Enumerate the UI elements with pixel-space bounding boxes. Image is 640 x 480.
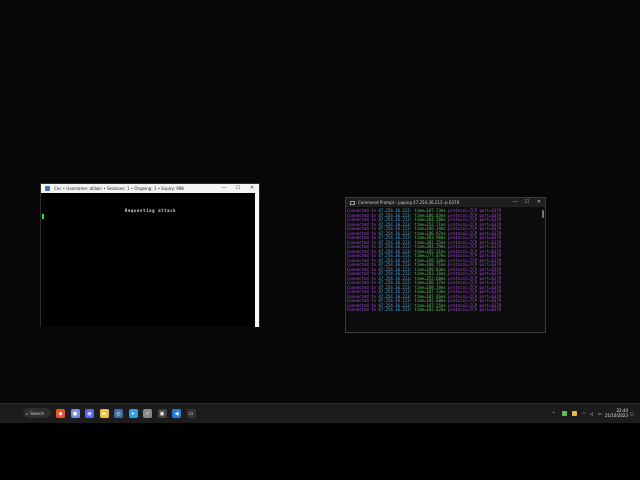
close-button[interactable]: ✕ (533, 198, 545, 207)
cnc-window-title: Cnc • Username: atilakr • Sessions: 1 • … (54, 186, 184, 191)
cmd-line-prefix: Connected to (347, 307, 379, 312)
system-clock[interactable]: 22:44 21/10/2023 (605, 408, 628, 418)
steam-icon[interactable]: ◎ (114, 409, 123, 418)
start-button[interactable] (8, 409, 16, 417)
file-explorer-icon[interactable]: ▬ (99, 409, 109, 418)
clock-date: 21/10/2023 (604, 413, 628, 418)
cnc-title-bar[interactable]: Cnc • Username: atilakr • Sessions: 1 • … (41, 184, 259, 193)
cmd-line-proto: protocol=TCP (445, 307, 478, 312)
search-icon: ⌕ (26, 410, 29, 416)
chat-app-icon[interactable]: ● (70, 409, 80, 418)
scrollbar[interactable] (255, 193, 259, 327)
close-button[interactable]: ✕ (245, 184, 259, 193)
terminal-icon[interactable]: ▣ (157, 409, 167, 418)
cmd-line-port: port=6379 (477, 307, 502, 312)
cmd-line-host: 47.254.36.213 (378, 307, 410, 312)
volume-icon[interactable]: ◁ (590, 408, 593, 418)
tray-app-icon[interactable] (562, 408, 567, 418)
command-prompt-window[interactable]: Command Prompt - paping 47.254.36.213 -p… (345, 197, 546, 333)
cnc-terminal-window[interactable]: Cnc • Username: atilakr • Sessions: 1 • … (40, 183, 260, 327)
minimize-button[interactable]: — (217, 184, 231, 193)
cmd-output-line: Connected to 47.254.36.213: time=182.62m… (347, 307, 502, 313)
vscode-icon[interactable]: ◀ (172, 409, 181, 418)
battery-icon[interactable]: ▭ (598, 408, 602, 418)
cmd-window-title: Command Prompt - paping 47.254.36.213 -p… (358, 200, 460, 205)
wifi-icon[interactable]: ◠ (582, 408, 586, 418)
putty-app-icon (45, 186, 50, 191)
discord-icon[interactable]: ◉ (85, 409, 94, 418)
maximize-button[interactable]: ☐ (231, 184, 245, 193)
taskbar: ⌕ Search ◆ ● ◉ ▬ ◎ ➤ ⚡ ▣ ◀ ▭ ^ ◠ ◁ ▭ 22:44 21/10/… (0, 403, 640, 423)
maximize-button[interactable]: ☐ (521, 198, 533, 207)
cnc-terminal-body[interactable]: Requesting attack (41, 193, 259, 327)
taskbar-search[interactable]: ⌕ Search (23, 408, 51, 418)
minimize-button[interactable]: — (509, 198, 521, 207)
tray-status-icon[interactable] (572, 408, 577, 418)
brave-browser-icon[interactable]: ◆ (56, 409, 65, 418)
cmd-title-bar[interactable]: Command Prompt - paping 47.254.36.213 -p… (346, 198, 545, 207)
desktop-bottom (0, 423, 640, 480)
notification-icon[interactable]: ▢ (630, 408, 634, 418)
cmd-scrollbar[interactable] (542, 210, 544, 218)
cmd-app-icon (350, 200, 355, 205)
tray-chevron-icon[interactable]: ^ (552, 408, 555, 418)
cmd-line-time: : time=182.62ms (409, 307, 446, 312)
search-label: Search (30, 410, 44, 416)
cmd-output: Connected to 47.254.36.213: time=187.73m… (347, 208, 502, 313)
network-tool-icon[interactable]: ⚡ (143, 409, 152, 418)
telegram-icon[interactable]: ➤ (128, 409, 138, 418)
terminal-status-text: Requesting attack (125, 208, 177, 213)
command-prompt-icon[interactable]: ▭ (186, 409, 196, 418)
text-cursor (42, 214, 44, 219)
